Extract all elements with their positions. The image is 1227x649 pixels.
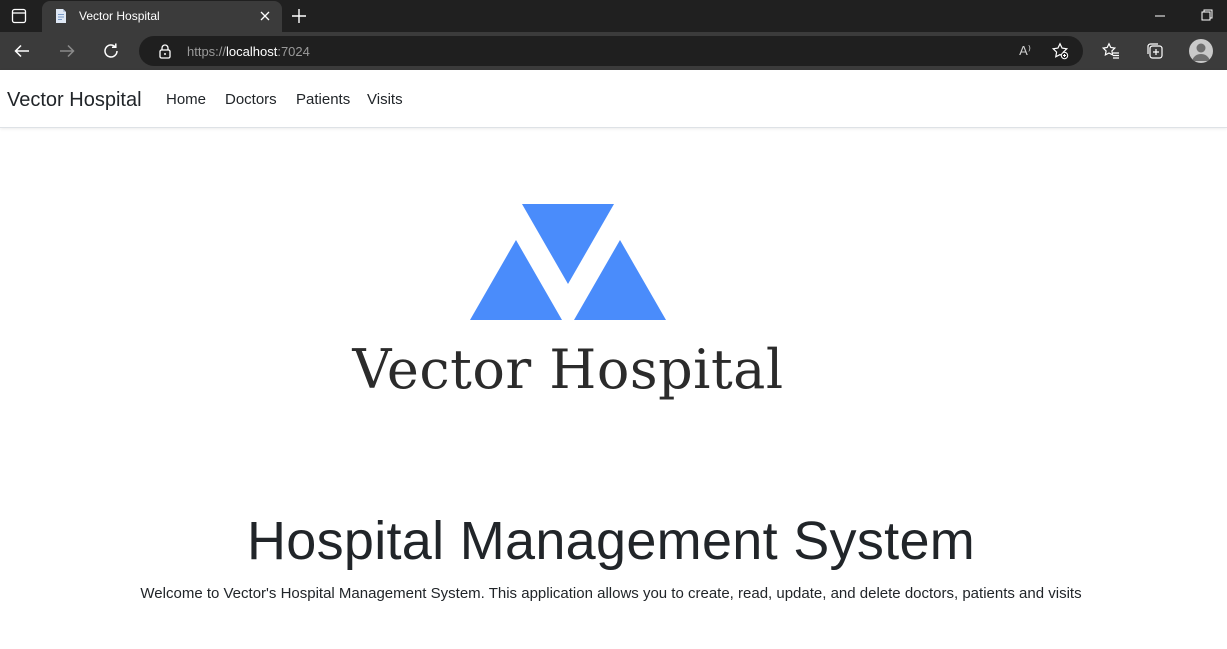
tab-title: Vector Hospital: [79, 9, 160, 23]
page-favicon-icon: [53, 8, 69, 24]
add-favorite-icon[interactable]: [1050, 42, 1070, 60]
nav-link-visits[interactable]: Visits: [367, 91, 403, 108]
navbar-brand[interactable]: Vector Hospital: [7, 89, 142, 112]
logo-right-triangle: [574, 240, 666, 320]
browser-tab-strip: Vector Hospital: [0, 0, 1227, 32]
url-text: https://localhost:7024: [187, 44, 310, 59]
logo-left-triangle: [470, 240, 562, 320]
address-bar[interactable]: https://localhost:7024 A⁾: [139, 36, 1083, 66]
url-scheme: https://: [187, 44, 227, 59]
hospital-logo-icon: [470, 204, 666, 320]
logo-top-triangle: [522, 204, 614, 284]
favorites-icon[interactable]: [1098, 39, 1124, 63]
minimize-window-icon[interactable]: [1148, 6, 1172, 26]
profile-avatar-icon[interactable]: [1189, 39, 1213, 63]
back-arrow-icon[interactable]: [9, 39, 35, 63]
page-title: Hospital Management System: [246, 511, 976, 571]
lock-icon[interactable]: [157, 43, 173, 59]
restore-window-icon[interactable]: [1194, 6, 1218, 26]
browser-tab[interactable]: Vector Hospital: [42, 1, 282, 32]
read-aloud-icon[interactable]: A⁾: [1015, 42, 1035, 60]
nav-link-doctors[interactable]: Doctors: [225, 91, 277, 108]
collections-icon[interactable]: [1142, 39, 1168, 63]
logo-wordmark: Vector Hospital: [352, 338, 784, 401]
refresh-icon[interactable]: [98, 39, 124, 63]
tab-actions-icon[interactable]: [6, 5, 32, 27]
site-navbar: Vector Hospital Home Doctors Patients Vi…: [0, 70, 1227, 128]
forward-arrow-icon[interactable]: [54, 39, 80, 63]
url-host: localhost: [226, 44, 278, 59]
browser-toolbar: https://localhost:7024 A⁾: [0, 32, 1227, 70]
nav-link-home[interactable]: Home: [166, 91, 206, 108]
close-tab-icon[interactable]: [257, 8, 273, 24]
welcome-text: Welcome to Vector's Hospital Management …: [140, 585, 1082, 602]
new-tab-icon[interactable]: [288, 5, 310, 27]
nav-link-patients[interactable]: Patients: [296, 91, 350, 108]
url-port: :7024: [277, 44, 310, 59]
